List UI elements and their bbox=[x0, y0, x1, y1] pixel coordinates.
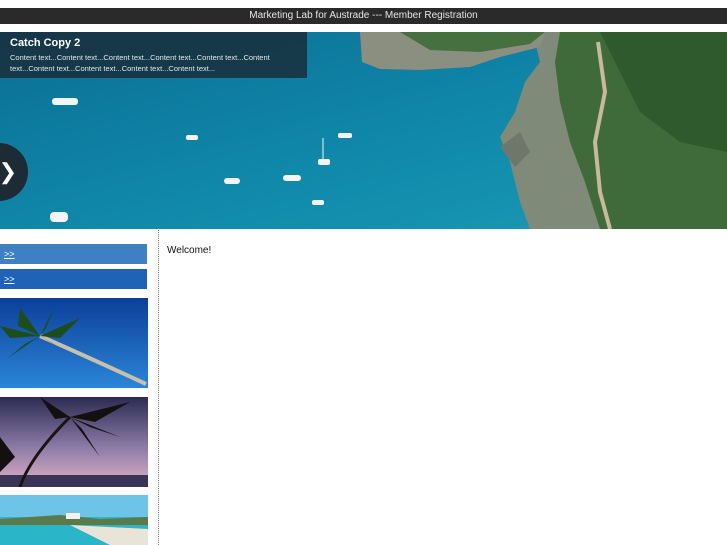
thumbnail-palm-beach[interactable] bbox=[0, 298, 148, 388]
window-title: Marketing Lab for Austrade --- Member Re… bbox=[0, 8, 727, 24]
tropical-coast-image bbox=[0, 495, 148, 545]
palm-beach-image bbox=[0, 298, 148, 388]
caption-text: Content text...Content text...Content te… bbox=[10, 53, 270, 73]
caption-title: Catch Copy 2 bbox=[10, 37, 81, 49]
column-divider bbox=[158, 230, 159, 545]
chevron-right-icon: ❯ bbox=[0, 159, 17, 184]
page: Marketing Lab for Austrade --- Member Re… bbox=[0, 0, 727, 545]
thumbnail-tropical-coast[interactable] bbox=[0, 495, 148, 545]
hero-slider: Catch Copy 2 Content text...Content text… bbox=[0, 32, 727, 229]
sidebar-nav-link-1[interactable]: >> bbox=[0, 244, 147, 264]
sidebar-nav-link-2[interactable]: >> bbox=[0, 269, 147, 289]
thumbnail-palm-sunset[interactable] bbox=[0, 397, 148, 487]
welcome-text: Welcome! bbox=[167, 245, 212, 256]
catch-copy-caption: Catch Copy 2 Content text...Content text… bbox=[0, 32, 307, 78]
sidebar: >> >> bbox=[0, 244, 148, 294]
palm-sunset-image bbox=[0, 397, 148, 487]
